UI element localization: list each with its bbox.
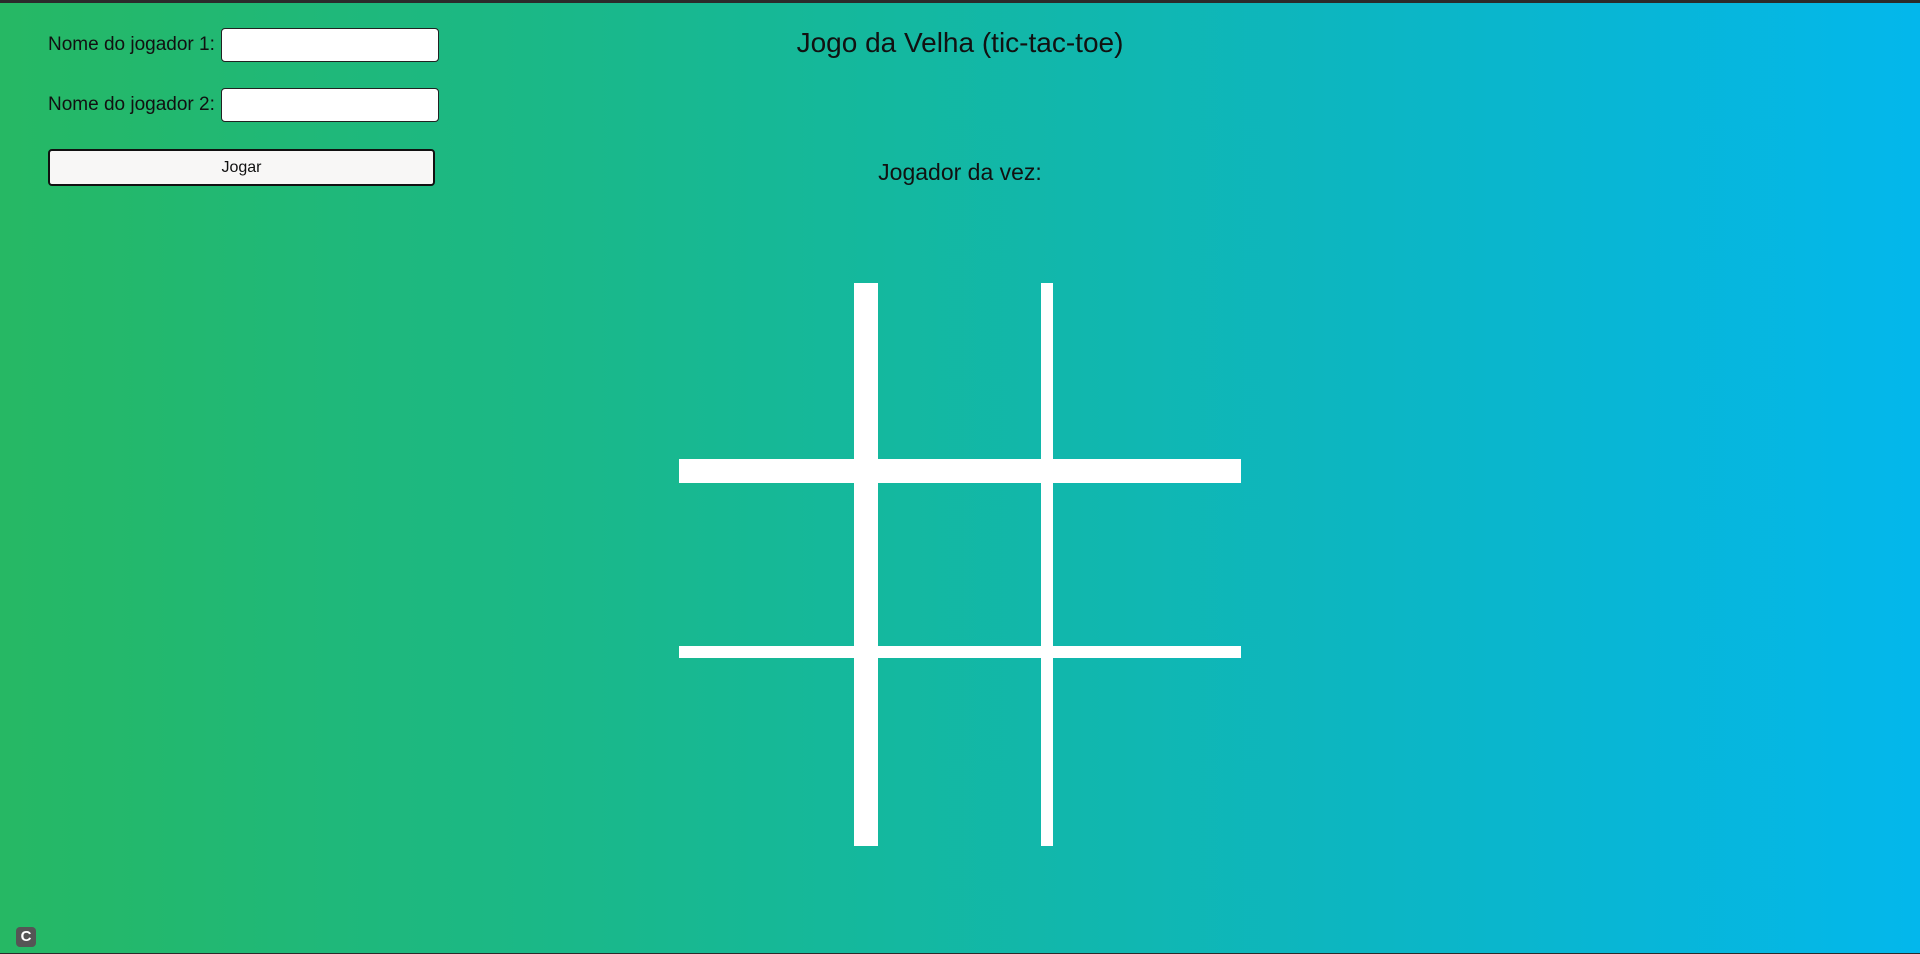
board-cell-1[interactable] <box>679 283 866 471</box>
tic-tac-toe-board <box>679 283 1241 846</box>
page-title: Jogo da Velha (tic-tac-toe) <box>796 27 1124 58</box>
board-cell-5[interactable] <box>866 471 1053 658</box>
c-logo-icon[interactable]: C <box>16 927 36 947</box>
board-cell-3[interactable] <box>1053 283 1241 471</box>
game-page: Nome do jogador 1: Nome do jogador 2: Jo… <box>0 3 1920 953</box>
board-cell-7[interactable] <box>679 658 866 846</box>
board-cell-6[interactable] <box>1053 471 1241 658</box>
board-cell-2[interactable] <box>866 283 1053 471</box>
board-cell-4[interactable] <box>679 471 866 658</box>
board-cell-8[interactable] <box>866 658 1053 846</box>
player2-input[interactable] <box>220 88 439 122</box>
player2-row: Nome do jogador 2: <box>48 88 439 122</box>
player2-label: Nome do jogador 2: <box>48 94 215 115</box>
current-player-label: Jogador da vez: <box>878 159 1042 185</box>
board-cell-9[interactable] <box>1053 658 1241 846</box>
